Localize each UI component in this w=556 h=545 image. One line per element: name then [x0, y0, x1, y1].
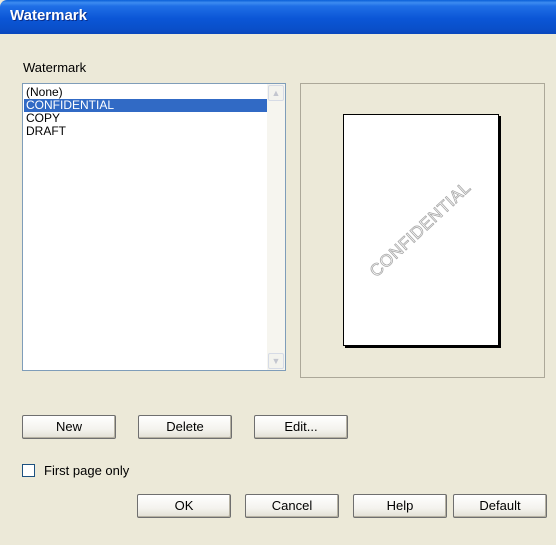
- list-scrollbar[interactable]: ▲ ▼: [267, 84, 285, 370]
- first-page-only-label[interactable]: First page only: [44, 463, 129, 478]
- scroll-down-arrow-icon[interactable]: ▼: [268, 353, 284, 369]
- ok-button[interactable]: OK: [137, 494, 231, 518]
- list-item-confidential[interactable]: CONFIDENTIAL: [24, 99, 267, 112]
- title-bar[interactable]: Watermark: [0, 0, 556, 34]
- preview-page: CONFIDENTIAL: [343, 114, 499, 346]
- default-button[interactable]: Default: [453, 494, 547, 518]
- help-button[interactable]: Help: [353, 494, 447, 518]
- cancel-button[interactable]: Cancel: [245, 494, 339, 518]
- new-button[interactable]: New: [22, 415, 116, 439]
- watermark-preview: CONFIDENTIAL: [366, 177, 475, 281]
- watermark-preview-text: CONFIDENTIAL: [366, 178, 475, 281]
- watermark-group-label: Watermark: [23, 60, 87, 75]
- first-page-only-checkbox[interactable]: [22, 464, 35, 477]
- watermark-listbox[interactable]: (None) CONFIDENTIAL COPY DRAFT ▲ ▼: [22, 83, 286, 371]
- watermark-list-items: (None) CONFIDENTIAL COPY DRAFT: [24, 86, 267, 138]
- delete-button[interactable]: Delete: [138, 415, 232, 439]
- scroll-up-arrow-icon[interactable]: ▲: [268, 85, 284, 101]
- list-item-draft[interactable]: DRAFT: [24, 125, 267, 138]
- window-title: Watermark: [10, 7, 87, 24]
- edit-button[interactable]: Edit...: [254, 415, 348, 439]
